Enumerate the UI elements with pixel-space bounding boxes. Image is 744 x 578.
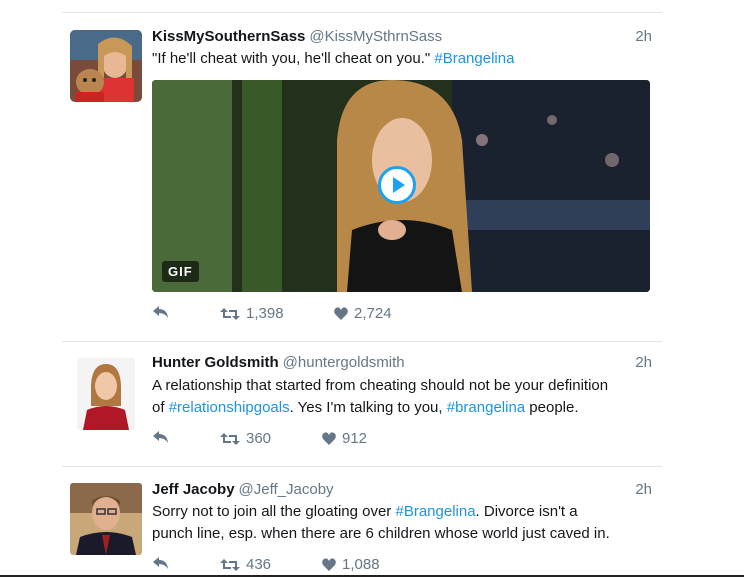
avatar[interactable] — [77, 358, 135, 430]
retweet-count: 1,398 — [246, 305, 284, 322]
play-button[interactable] — [378, 166, 416, 204]
play-icon — [393, 177, 405, 193]
media-gif[interactable]: GIF — [152, 80, 650, 292]
tweet-header: KissMySouthernSass @KissMySthrnSass — [152, 28, 652, 48]
like-icon — [322, 558, 336, 571]
retweet-count: 360 — [246, 430, 272, 447]
retweet-icon — [220, 558, 240, 571]
author-handle[interactable]: @huntergoldsmith — [283, 354, 405, 371]
text-segment: of — [152, 399, 169, 416]
reply-icon — [153, 306, 168, 318]
retweet-icon — [220, 307, 240, 320]
retweet-icon — [220, 432, 240, 445]
gif-badge: GIF — [162, 261, 199, 282]
tweet-text: "If he'll cheat with you, he'll cheat on… — [152, 48, 652, 70]
hashtag-link[interactable]: #relationshipgoals — [169, 399, 290, 416]
like-button[interactable]: 2,724 — [334, 305, 392, 322]
hashtag-link[interactable]: #Brangelina — [395, 503, 475, 520]
reply-button[interactable] — [152, 430, 170, 444]
reply-icon — [153, 431, 168, 443]
text-segment: Sorry not to join all the gloating over — [152, 503, 396, 520]
hashtag-link[interactable]: #brangelina — [447, 399, 525, 416]
hashtag-link[interactable]: #Brangelina — [434, 50, 514, 67]
author-handle[interactable]: @KissMySthrnSass — [309, 28, 442, 45]
retweet-button[interactable]: 436 — [220, 556, 271, 573]
retweet-count: 436 — [246, 556, 272, 573]
text-segment: . Divorce isn't a — [475, 503, 578, 520]
tweet-3[interactable]: Jeff Jacoby @Jeff_Jacoby 2h Sorry not to … — [62, 481, 662, 575]
reply-button[interactable] — [152, 305, 170, 319]
like-button[interactable]: 912 — [322, 430, 367, 447]
timestamp[interactable]: 2h — [635, 481, 652, 498]
timestamp[interactable]: 2h — [635, 28, 652, 45]
retweet-button[interactable]: 360 — [220, 430, 271, 447]
author-name[interactable]: KissMySouthernSass — [152, 28, 305, 45]
author-handle[interactable]: @Jeff_Jacoby — [239, 481, 334, 498]
author-name[interactable]: Jeff Jacoby — [152, 481, 235, 498]
tweet-header: Hunter Goldsmith @huntergoldsmith — [152, 354, 652, 374]
tweet-text-line: punch line, esp. when there are 6 childr… — [152, 525, 610, 542]
tweet-text-line: Sorry not to join all the gloating over … — [152, 501, 652, 523]
like-count: 1,088 — [342, 556, 380, 573]
avatar[interactable] — [70, 483, 142, 555]
tweet-text-line: A relationship that started from cheatin… — [152, 377, 609, 394]
like-count: 912 — [342, 430, 368, 447]
text-segment: . Yes I'm talking to you, — [289, 399, 447, 416]
tweet-text-body: "If he'll cheat with you, he'll cheat on… — [152, 50, 435, 67]
top-divider — [62, 12, 662, 13]
tweet-text: Sorry not to join all the gloating over … — [152, 501, 652, 545]
like-count: 2,724 — [354, 305, 392, 322]
tweet-header: Jeff Jacoby @Jeff_Jacoby — [152, 481, 652, 501]
tweet-2[interactable]: Hunter Goldsmith @huntergoldsmith 2h A re… — [62, 354, 662, 467]
tweet-text: A relationship that started from cheatin… — [152, 375, 652, 419]
like-icon — [322, 432, 336, 445]
author-name[interactable]: Hunter Goldsmith — [152, 354, 279, 371]
like-button[interactable]: 1,088 — [322, 556, 380, 573]
reply-button[interactable] — [152, 556, 170, 570]
bottom-border — [0, 575, 744, 577]
like-icon — [334, 307, 348, 320]
text-segment: people. — [525, 399, 579, 416]
tweet-text-line: of #relationshipgoals. Yes I'm talking t… — [152, 397, 652, 419]
timestamp[interactable]: 2h — [635, 354, 652, 371]
reply-icon — [153, 557, 168, 569]
avatar[interactable] — [70, 30, 142, 102]
retweet-button[interactable]: 1,398 — [220, 305, 284, 322]
